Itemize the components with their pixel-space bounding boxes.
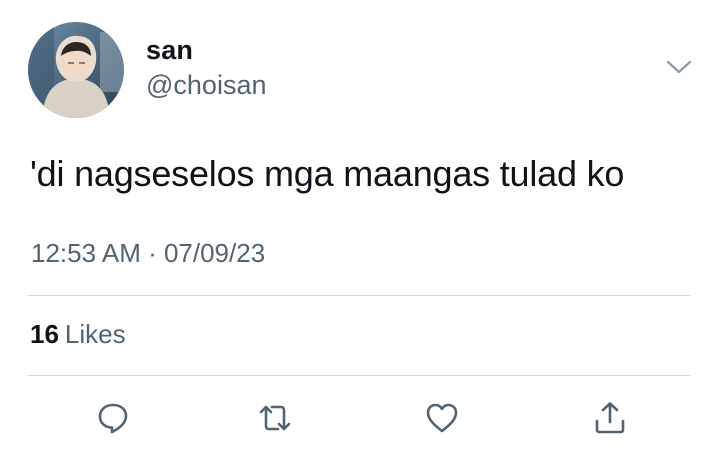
likes-label: Likes	[64, 319, 126, 349]
like-icon[interactable]	[423, 399, 461, 437]
reply-icon[interactable]	[94, 399, 132, 437]
avatar-image	[28, 22, 124, 118]
divider	[28, 375, 691, 376]
display-name[interactable]: san	[146, 35, 193, 66]
avatar[interactable]	[28, 22, 124, 118]
tweet-timestamp[interactable]: 12:53 AM · 07/09/23	[31, 238, 265, 269]
likes-count: 16	[30, 319, 59, 349]
retweet-icon[interactable]	[256, 399, 294, 437]
divider	[28, 295, 691, 296]
share-icon[interactable]	[591, 399, 629, 437]
chevron-down-icon[interactable]	[664, 56, 694, 78]
likes-stat[interactable]: 16 Likes	[30, 319, 126, 350]
tweet-text: 'di nagseselos mga maangas tulad ko	[30, 153, 625, 194]
user-handle[interactable]: @choisan	[146, 70, 266, 101]
